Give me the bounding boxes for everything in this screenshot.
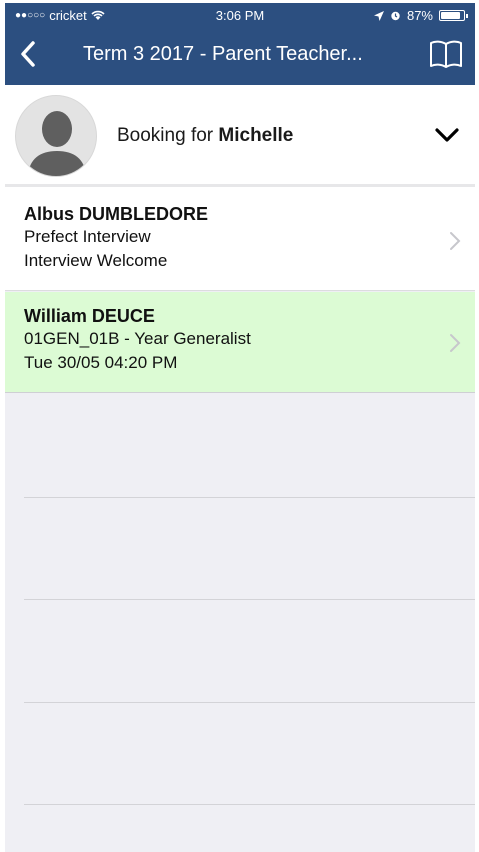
- chevron-down-icon: [435, 128, 459, 142]
- booking-list: Albus DUMBLEDORE Prefect Interview Inter…: [5, 190, 475, 852]
- empty-row-divider: [24, 599, 475, 600]
- screen: ●●○○○ cricket 3:06 PM 87% Term 3 2017 - …: [0, 0, 479, 852]
- chevron-right-icon: [450, 232, 461, 250]
- teacher-name: William DEUCE: [24, 306, 155, 326]
- list-item[interactable]: Albus DUMBLEDORE Prefect Interview Inter…: [5, 190, 475, 291]
- booking-time: Tue 30/05 04:20 PM: [24, 353, 178, 372]
- alarm-icon: [391, 11, 400, 21]
- list-item[interactable]: William DEUCE 01GEN_01B - Year Generalis…: [5, 292, 475, 393]
- chevron-left-icon: [21, 41, 35, 67]
- battery-percent: 87%: [406, 8, 433, 23]
- person-silhouette-icon: [28, 111, 86, 176]
- empty-row-divider: [24, 497, 475, 498]
- top-bar: ●●○○○ cricket 3:06 PM 87% Term 3 2017 - …: [5, 3, 475, 85]
- booking-for-label: Booking for Michelle: [117, 125, 293, 147]
- battery-fill: [441, 12, 461, 19]
- booking-time: Interview Welcome: [24, 251, 168, 270]
- booking-detail: Prefect Interview: [24, 227, 151, 246]
- teacher-name: Albus DUMBLEDORE: [24, 204, 208, 224]
- back-button[interactable]: [11, 37, 45, 71]
- page-title: Term 3 2017 - Parent Teacher...: [83, 43, 363, 65]
- nav-bar: Term 3 2017 - Parent Teacher...: [5, 25, 475, 85]
- booking-selector[interactable]: Booking for Michelle: [5, 85, 475, 187]
- booking-detail: 01GEN_01B - Year Generalist: [24, 329, 251, 348]
- status-right: 87%: [373, 8, 468, 23]
- book-icon: [430, 40, 462, 68]
- chevron-right-icon: [450, 334, 461, 352]
- location-arrow-icon: [373, 10, 384, 21]
- student-dropdown-toggle[interactable]: [433, 123, 461, 147]
- empty-row-divider: [24, 702, 475, 703]
- booking-prefix: Booking for: [117, 125, 219, 146]
- status-bar: ●●○○○ cricket 3:06 PM 87%: [5, 3, 475, 25]
- empty-row-divider: [24, 804, 475, 805]
- student-name: Michelle: [218, 125, 294, 146]
- battery-icon: [439, 10, 468, 21]
- book-button[interactable]: [427, 37, 465, 71]
- avatar: [15, 95, 97, 177]
